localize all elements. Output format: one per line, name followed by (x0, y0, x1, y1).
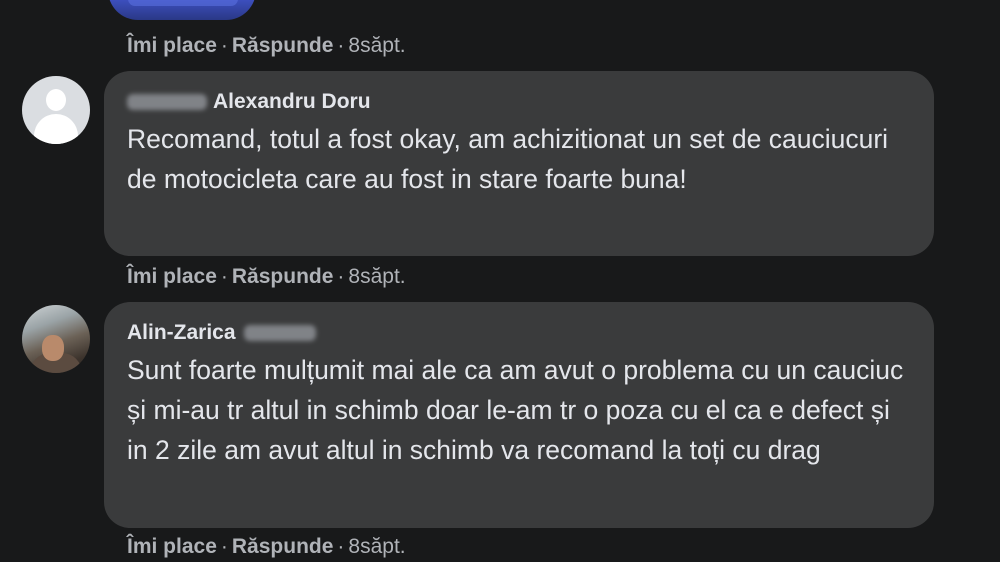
comment-bubble: Alin-Zarica Sunt foarte mulțumit mai ale… (104, 302, 934, 528)
comment-text: Sunt foarte mulțumit mai ale ca am avut … (127, 355, 904, 465)
attached-image[interactable] (108, 0, 256, 20)
author-name[interactable]: Alin-Zarica (127, 321, 236, 344)
comment-timestamp[interactable]: 8săpt. (348, 265, 405, 288)
blurred-name (243, 325, 316, 342)
like-button[interactable]: Îmi place (127, 535, 217, 558)
separator: · (220, 265, 228, 288)
comment-bubble: Alexandru Doru Recomand, totul a fost ok… (104, 71, 934, 256)
comment-author[interactable]: Alexandru Doru (127, 89, 910, 115)
separator: · (337, 34, 345, 57)
avatar[interactable] (22, 76, 90, 144)
comments-feed: Îmi place · Răspunde · 8săpt. Alexandru Doru… (0, 0, 1000, 562)
reply-button[interactable]: Răspunde (232, 535, 334, 558)
separator: · (337, 535, 345, 558)
avatar[interactable] (22, 305, 90, 373)
comment-text: Recomand, totul a fost okay, am achiziti… (127, 124, 889, 194)
comment-actions-top: Îmi place · Răspunde · 8săpt. (127, 34, 406, 58)
like-button[interactable]: Îmi place (127, 265, 217, 288)
avatar-photo-face (42, 335, 64, 361)
comment-timestamp[interactable]: 8săpt. (348, 535, 405, 558)
author-name[interactable]: Alexandru Doru (213, 90, 371, 113)
reply-button[interactable]: Răspunde (232, 34, 334, 57)
comment-actions: Îmi place · Răspunde · 8săpt. (127, 535, 406, 559)
comment-author[interactable]: Alin-Zarica (127, 320, 910, 346)
separator: · (220, 535, 228, 558)
reply-button[interactable]: Răspunde (232, 265, 334, 288)
default-avatar-head (46, 89, 66, 111)
blurred-name (127, 94, 207, 111)
comment-actions: Îmi place · Răspunde · 8săpt. (127, 265, 406, 289)
like-button[interactable]: Îmi place (127, 34, 217, 57)
separator: · (337, 265, 345, 288)
default-avatar-body (34, 114, 78, 144)
comment-timestamp[interactable]: 8săpt. (348, 34, 405, 57)
separator: · (220, 34, 228, 57)
